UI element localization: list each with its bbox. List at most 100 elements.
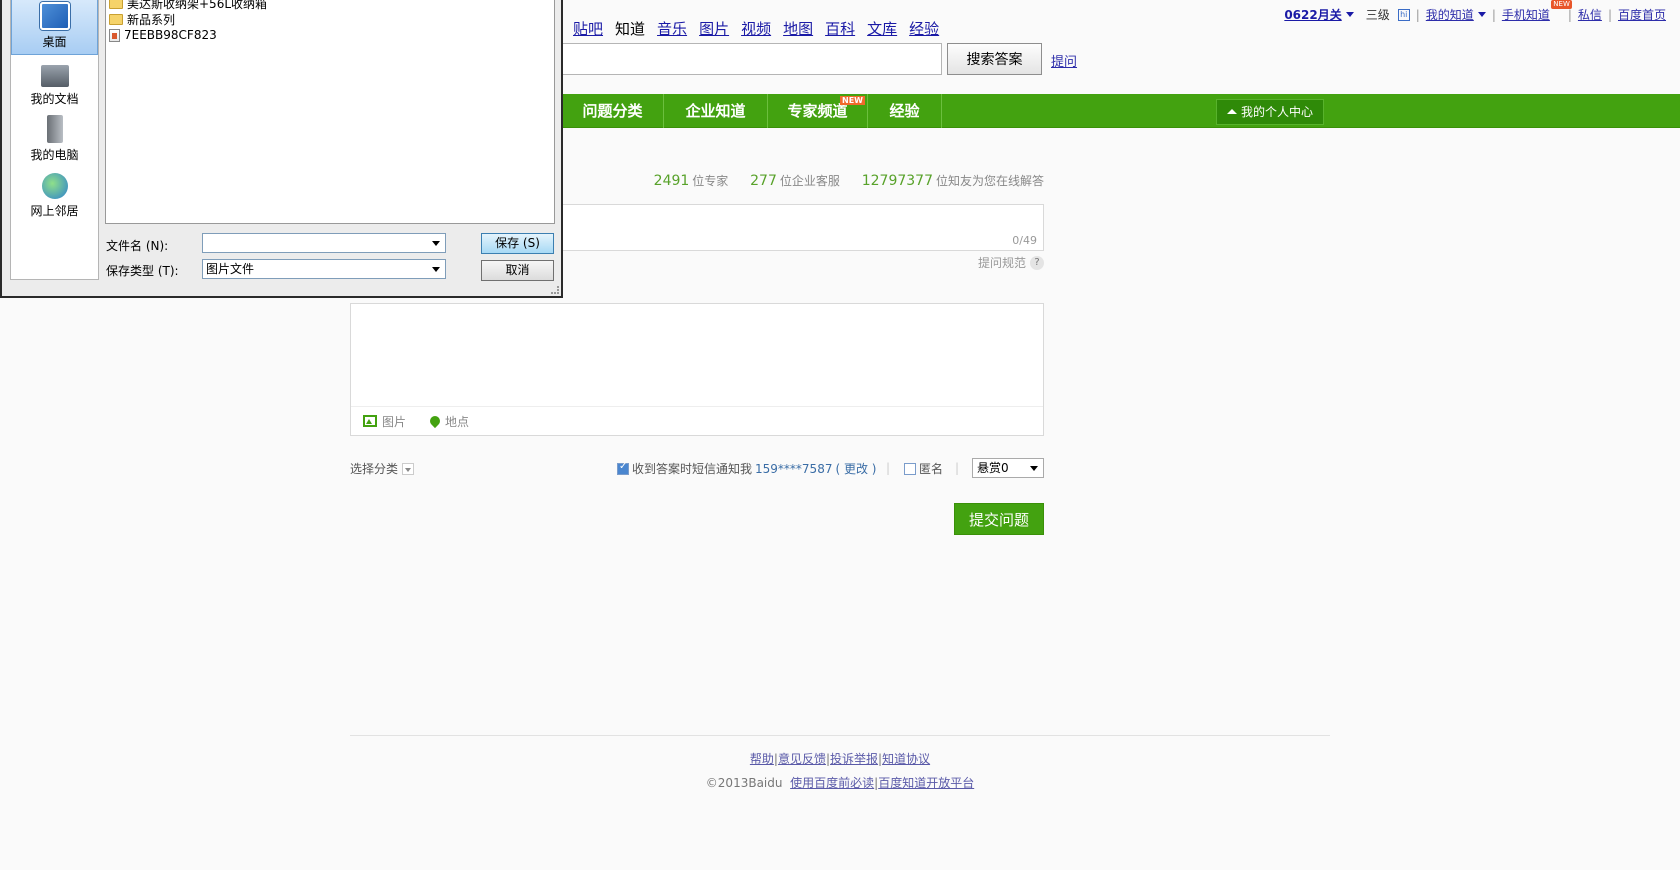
reward-select[interactable]: 悬赏0: [972, 458, 1044, 478]
nav-jingyan[interactable]: 经验: [868, 94, 942, 128]
reward-value: 悬赏0: [977, 461, 1009, 475]
folder-icon: [109, 13, 123, 25]
footer-agreement-link[interactable]: 知道协议: [882, 752, 930, 766]
file-item[interactable]: 新品系列: [109, 11, 551, 27]
place-label: 我的电脑: [30, 148, 79, 162]
nav-categories[interactable]: 问题分类: [562, 94, 664, 128]
insert-image-button[interactable]: 图片: [363, 413, 406, 430]
footer-divider: [350, 735, 1330, 736]
folder-icon: [109, 0, 123, 9]
my-center-label: 我的个人中心: [1240, 105, 1313, 119]
nav-categories-label: 问题分类: [582, 102, 643, 120]
submit-question-button[interactable]: 提交问题: [954, 503, 1044, 535]
description-toolbar: 图片 地点: [351, 406, 1043, 435]
location-pin-icon: [427, 413, 443, 429]
channel-images[interactable]: 图片: [699, 18, 729, 39]
change-phone-link[interactable]: ( 更改 ): [835, 460, 876, 477]
footer-open-platform-link[interactable]: 百度知道开放平台: [878, 776, 974, 790]
my-center-button[interactable]: 我的个人中心: [1216, 99, 1324, 125]
channel-zhidao[interactable]: 知道: [615, 18, 645, 39]
channel-baike[interactable]: 百科: [825, 18, 855, 39]
place-my-computer[interactable]: 我的电脑: [11, 111, 98, 167]
username[interactable]: 0622月关: [1284, 6, 1341, 23]
nav-enterprise[interactable]: 企业知道: [664, 94, 768, 128]
category-label: 选择分类: [350, 462, 399, 476]
chevron-down-icon[interactable]: [1477, 12, 1486, 17]
mobile-zhidao[interactable]: 手机知道 NEW: [1496, 0, 1572, 23]
chevron-down-icon[interactable]: [1345, 12, 1354, 17]
channel-nav: 页 贴吧 知道 音乐 图片 视频 地图 百科 文库 经验: [546, 18, 939, 39]
channel-map[interactable]: 地图: [783, 18, 813, 39]
footer-feedback-link[interactable]: 意见反馈: [778, 752, 826, 766]
stat-label: 位知友为您在线解答: [935, 174, 1044, 188]
chevron-down-icon[interactable]: [402, 462, 415, 475]
file-item[interactable]: 7EEBB98CF823: [109, 27, 551, 43]
title-char-count: 0/49: [1012, 234, 1037, 247]
channel-music[interactable]: 音乐: [657, 18, 687, 39]
baidu-home-link[interactable]: 百度首页: [1618, 6, 1666, 23]
channel-jingyan[interactable]: 经验: [909, 18, 939, 39]
anonymous-option: 匿名: [904, 460, 943, 477]
nav-experts[interactable]: 专家频道 NEW: [768, 94, 868, 128]
anonymous-checkbox[interactable]: [904, 462, 916, 475]
category-select[interactable]: 选择分类: [350, 460, 415, 477]
search-input[interactable]: [540, 43, 942, 75]
footer-links: 帮助|意见反馈|投诉举报|知道协议: [0, 750, 1680, 767]
separator: |: [955, 461, 960, 475]
file-item[interactable]: 美达斯收纳架+56L收纳箱: [109, 0, 551, 11]
stat-experts: 2491 位专家: [653, 173, 729, 189]
username-menu[interactable]: 0622月关: [1278, 6, 1359, 23]
online-stats: 2491 位专家 277 位企业客服 12797377 位知友为您在线解答: [636, 172, 1044, 189]
help-icon[interactable]: ?: [1030, 255, 1044, 270]
messages-link[interactable]: 私信: [1578, 6, 1602, 23]
new-badge: NEW: [1551, 0, 1572, 9]
places-bar: 桌面 我的文档 我的电脑 网上邻居: [10, 0, 99, 280]
separator: |: [886, 461, 891, 475]
filename-label: 文件名 (N):: [106, 239, 169, 253]
question-options: 选择分类 收到答案时短信通知我 159****7587 ( 更改 ) | 匿名 …: [350, 458, 1044, 480]
stat-number: 12797377: [861, 173, 933, 189]
save-file-dialog: 桌面 我的文档 我的电脑 网上邻居 美达斯收纳架+56L收纳箱 新品系列 7EE…: [0, 0, 563, 298]
footer-report-link[interactable]: 投诉举报: [830, 752, 878, 766]
computer-icon: [46, 115, 63, 143]
footer-copyright: ©2013Baidu 使用百度前必读|百度知道开放平台: [0, 774, 1680, 791]
channel-tieba[interactable]: 贴吧: [573, 18, 603, 39]
desktop-icon: [39, 2, 70, 30]
mobile-zhidao-link[interactable]: 手机知道: [1502, 6, 1550, 23]
place-label: 桌面: [42, 35, 67, 49]
question-rules[interactable]: 提问规范?: [978, 254, 1044, 271]
place-my-documents[interactable]: 我的文档: [11, 55, 98, 111]
resize-grip-icon[interactable]: [551, 286, 559, 294]
sms-notify-checkbox[interactable]: [617, 461, 629, 475]
filetype-label: 保存类型 (T):: [106, 264, 179, 278]
nav-experts-label: 专家频道: [787, 102, 848, 120]
insert-location-button[interactable]: 地点: [427, 413, 469, 430]
nav-enterprise-label: 企业知道: [685, 102, 746, 120]
chevron-down-icon[interactable]: [432, 267, 440, 272]
question-description-input[interactable]: 图片 地点: [350, 303, 1044, 436]
filename-input[interactable]: [202, 233, 446, 253]
level-badge-icon[interactable]: hi: [1397, 8, 1410, 21]
rules-label[interactable]: 提问规范: [978, 254, 1026, 271]
place-network[interactable]: 网上邻居: [11, 167, 98, 223]
channel-wenku[interactable]: 文库: [867, 18, 897, 39]
my-zhidao-link[interactable]: 我的知道: [1426, 6, 1474, 23]
place-desktop[interactable]: 桌面: [11, 0, 98, 55]
cancel-button[interactable]: 取消: [481, 260, 554, 281]
image-icon: [363, 415, 377, 427]
stat-number: 2491: [653, 173, 690, 189]
filetype-select[interactable]: 图片文件: [202, 259, 446, 279]
chevron-down-icon[interactable]: [432, 241, 440, 246]
ask-question-link[interactable]: 提问: [1051, 51, 1077, 70]
search-button[interactable]: 搜索答案: [947, 43, 1042, 75]
channel-video[interactable]: 视频: [741, 18, 771, 39]
my-zhidao-menu[interactable]: 我的知道: [1420, 6, 1492, 23]
nav-jingyan-label: 经验: [889, 102, 920, 120]
sms-notify-label: 收到答案时短信通知我: [632, 462, 753, 476]
file-list[interactable]: 美达斯收纳架+56L收纳箱 新品系列 7EEBB98CF823: [105, 0, 555, 224]
image-file-icon: [109, 28, 120, 42]
footer-help-link[interactable]: 帮助: [750, 752, 774, 766]
save-button[interactable]: 保存 (S): [481, 233, 554, 254]
footer-terms-link[interactable]: 使用百度前必读: [790, 776, 874, 790]
place-label: 网上邻居: [30, 204, 79, 218]
